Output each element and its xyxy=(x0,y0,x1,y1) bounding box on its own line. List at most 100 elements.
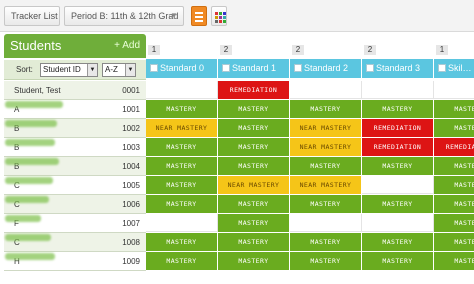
standard-header[interactable]: Standard 1 xyxy=(218,59,290,78)
mastery-cell[interactable]: MASTERY xyxy=(434,176,474,194)
student-row[interactable]: C 1005 xyxy=(4,176,146,195)
list-view-icon[interactable] xyxy=(191,6,207,26)
mastery-cell[interactable]: MASTERY xyxy=(290,100,362,118)
mastery-cell[interactable]: MASTERY xyxy=(434,252,474,270)
redacted-name-blur xyxy=(5,120,57,128)
mastery-cell[interactable] xyxy=(290,81,362,99)
mastery-cell[interactable]: REMEDIATION xyxy=(434,138,474,156)
column-numbers: 1 2 2 2 1 xyxy=(146,44,474,56)
standard-label: Standard 0 xyxy=(160,63,205,73)
mastery-cell[interactable]: MASTERY xyxy=(146,195,218,213)
mastery-cell[interactable]: MASTERY xyxy=(146,138,218,156)
chevron-down-icon: ▼ xyxy=(87,64,97,76)
standard-checkbox[interactable] xyxy=(438,64,446,72)
mastery-cell[interactable]: NEAR MASTERY xyxy=(290,176,362,194)
standard-header[interactable]: Skil… xyxy=(434,59,474,78)
period-select[interactable]: Period B: 11th & 12th Grad ▼ xyxy=(64,6,184,26)
standard-checkbox[interactable] xyxy=(366,64,374,72)
mastery-cell[interactable]: MASTERY xyxy=(434,195,474,213)
grid-row: MASTERYNEAR MASTERYNEAR MASTERYMASTERY xyxy=(146,176,474,195)
mastery-cell[interactable] xyxy=(146,214,218,232)
mastery-cell[interactable] xyxy=(146,81,218,99)
chevron-down-icon: ▼ xyxy=(125,64,135,76)
mastery-cell[interactable]: MASTERY xyxy=(218,138,290,156)
grid-row: MASTERYMASTERYMASTERYMASTERYMASTERY xyxy=(146,100,474,119)
mastery-cell[interactable]: NEAR MASTERY xyxy=(290,138,362,156)
mastery-cell[interactable]: REMEDIATION xyxy=(362,119,434,137)
sort-order-select[interactable]: A-Z ▼ xyxy=(102,63,136,77)
standard-header[interactable]: Standard 3 xyxy=(362,59,434,78)
grid-view-icon[interactable] xyxy=(211,6,227,26)
mastery-cell[interactable]: MASTERY xyxy=(218,252,290,270)
mastery-cell[interactable]: REMEDIATION xyxy=(362,138,434,156)
mastery-cell[interactable]: MASTERY xyxy=(290,157,362,175)
mastery-cell[interactable]: MASTERY xyxy=(434,119,474,137)
student-row[interactable]: F 1007 xyxy=(4,214,146,233)
standard-checkbox[interactable] xyxy=(222,64,230,72)
mastery-cell[interactable]: MASTERY xyxy=(434,100,474,118)
top-toolbar: Tracker List Period B: 11th & 12th Grad … xyxy=(0,0,474,32)
mastery-cell[interactable]: NEAR MASTERY xyxy=(218,176,290,194)
mastery-cell[interactable]: MASTERY xyxy=(218,157,290,175)
mastery-cell[interactable]: MASTERY xyxy=(434,214,474,232)
student-name: Student, Test xyxy=(14,86,61,95)
tracker-list-button[interactable]: Tracker List xyxy=(4,6,60,26)
mastery-cell[interactable]: MASTERY xyxy=(218,233,290,251)
mastery-cell[interactable]: NEAR MASTERY xyxy=(146,119,218,137)
mastery-cell[interactable]: MASTERY xyxy=(290,195,362,213)
mastery-cell[interactable]: MASTERY xyxy=(434,157,474,175)
mastery-cell[interactable]: MASTERY xyxy=(146,100,218,118)
mastery-cell[interactable]: MASTERY xyxy=(146,252,218,270)
student-id: 1006 xyxy=(122,200,140,209)
add-student-button[interactable]: + Add xyxy=(114,40,140,51)
student-row[interactable]: B 1003 xyxy=(4,138,146,157)
mastery-cell[interactable] xyxy=(290,214,362,232)
student-row[interactable]: B 1004 xyxy=(4,157,146,176)
sort-order-value: A-Z xyxy=(105,65,118,74)
mastery-cell[interactable] xyxy=(362,176,434,194)
mastery-cell[interactable] xyxy=(362,214,434,232)
mastery-cell[interactable] xyxy=(362,81,434,99)
mastery-cell[interactable]: MASTERY xyxy=(218,119,290,137)
student-row[interactable]: B 1002 xyxy=(4,119,146,138)
grid-row: MASTERYMASTERYMASTERYMASTERYMASTERY xyxy=(146,233,474,252)
mastery-cell[interactable]: MASTERY xyxy=(146,157,218,175)
sort-label: Sort: xyxy=(16,65,33,74)
mastery-cell[interactable]: MASTERY xyxy=(362,157,434,175)
student-id: 1003 xyxy=(122,143,140,152)
student-id: 0001 xyxy=(122,86,140,95)
student-row[interactable]: Student, Test 0001 xyxy=(4,81,146,100)
student-row[interactable]: C 1006 xyxy=(4,195,146,214)
standard-header[interactable]: Standard 2 xyxy=(290,59,362,78)
column-number: 2 xyxy=(220,45,232,55)
mastery-cell[interactable]: MASTERY xyxy=(146,176,218,194)
mastery-cell[interactable]: MASTERY xyxy=(290,252,362,270)
mastery-cells: REMEDIATION MASTERY MASTERY MASTERY MASTERY M… xyxy=(146,81,474,271)
student-id: 1002 xyxy=(122,124,140,133)
student-row[interactable]: A 1001 xyxy=(4,100,146,119)
standard-header[interactable]: Standard 0 xyxy=(146,59,218,78)
mastery-cell[interactable]: MASTERY xyxy=(362,252,434,270)
mastery-cell[interactable]: MASTERY xyxy=(362,233,434,251)
student-row[interactable]: C 1008 xyxy=(4,233,146,252)
sort-bar: Sort: Student ID ▼ A-Z ▼ xyxy=(4,60,146,80)
mastery-cell[interactable]: MASTERY xyxy=(362,100,434,118)
redacted-name-blur xyxy=(5,234,51,242)
mastery-cell[interactable]: MASTERY xyxy=(218,195,290,213)
sort-field-select[interactable]: Student ID ▼ xyxy=(40,63,98,77)
grid-row: MASTERYMASTERYMASTERYMASTERYMASTERY xyxy=(146,252,474,271)
standard-checkbox[interactable] xyxy=(150,64,158,72)
mastery-cell[interactable]: MASTERY xyxy=(146,233,218,251)
students-header: Students + Add xyxy=(4,34,146,58)
mastery-cell[interactable]: MASTERY xyxy=(434,233,474,251)
mastery-cell[interactable]: MASTERY xyxy=(362,195,434,213)
mastery-cell[interactable]: MASTERY xyxy=(218,214,290,232)
mastery-cell[interactable]: NEAR MASTERY xyxy=(290,119,362,137)
sort-field-value: Student ID xyxy=(43,65,81,74)
mastery-cell[interactable]: MASTERY xyxy=(218,100,290,118)
student-row[interactable]: H 1009 xyxy=(4,252,146,271)
mastery-cell[interactable]: MASTERY xyxy=(290,233,362,251)
mastery-cell[interactable]: REMEDIATION xyxy=(218,81,290,99)
mastery-cell[interactable] xyxy=(434,81,474,99)
standard-checkbox[interactable] xyxy=(294,64,302,72)
